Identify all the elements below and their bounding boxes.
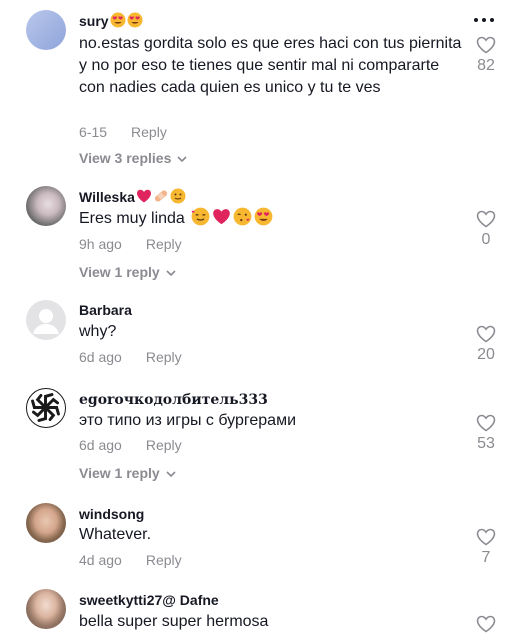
view-replies-label: View 3 replies — [79, 150, 172, 166]
kolovrat-symbol-icon — [31, 393, 60, 422]
chevron-down-icon — [166, 471, 176, 478]
avatar[interactable] — [26, 589, 66, 629]
like-count: 7 — [481, 549, 491, 566]
red-heart-icon — [136, 189, 151, 203]
heart-outline-icon — [476, 414, 496, 432]
view-replies-button[interactable]: View 3 replies — [79, 150, 187, 166]
view-replies-button[interactable]: View 1 reply — [79, 264, 176, 280]
like-button[interactable]: 7 — [470, 528, 502, 567]
username-text[interactable]: sury — [79, 13, 109, 29]
comment-username[interactable]: Willeska — [79, 188, 186, 205]
reply-button[interactable]: Reply — [146, 437, 182, 453]
like-button[interactable]: 53 — [470, 414, 502, 453]
comment-meta: 9h ago Reply — [79, 236, 182, 252]
comment-date: 6d ago — [79, 349, 122, 365]
heart-outline-icon — [476, 325, 496, 343]
comment-text: Eres muy linda — [79, 207, 464, 230]
comment-item: sury no.estas gordita solo es que eres h… — [0, 0, 529, 180]
heart-eyes-emoji-icon — [254, 207, 273, 226]
heart-outline-icon — [476, 36, 496, 54]
comment-date: 6-15 — [79, 124, 108, 140]
avatar[interactable] — [26, 300, 66, 340]
like-count: 20 — [477, 346, 495, 363]
comment-meta: 6d ago Reply — [79, 349, 182, 365]
view-replies-label: View 1 reply — [79, 465, 160, 481]
more-horizontal-icon — [474, 18, 478, 22]
comment-text-content: Eres muy linda — [79, 210, 185, 227]
comment-text: Whatever. — [79, 526, 152, 543]
avatar[interactable] — [26, 186, 66, 226]
heart-outline-icon — [476, 528, 496, 546]
comment-text: no.estas gordita solo es que eres haci c… — [79, 35, 462, 96]
red-heart-icon — [213, 209, 231, 225]
comment-item: sweetkytti27@ Dafne bella super super he… — [0, 584, 529, 642]
like-count: 0 — [481, 231, 491, 248]
comment-date: 9h ago — [79, 236, 122, 252]
comment-username[interactable]: windsong — [79, 506, 144, 522]
like-button[interactable]: 82 — [470, 36, 502, 75]
view-replies-label: View 1 reply — [79, 264, 160, 280]
more-options-button[interactable] — [474, 18, 494, 22]
smiling-face-icon — [170, 188, 186, 204]
reply-button[interactable]: Reply — [146, 552, 182, 568]
comment-date: 6d ago — [79, 437, 122, 453]
chevron-down-icon — [177, 156, 187, 163]
comment-text: это типо из игры с бургерами — [79, 412, 297, 429]
blowing-kiss-emoji-icon — [233, 207, 252, 226]
heart-outline-icon — [476, 210, 496, 228]
comment-item: windsong Whatever. 4d ago Reply 7 — [0, 498, 529, 584]
like-count: 53 — [477, 435, 495, 452]
avatar[interactable] — [26, 10, 66, 50]
avatar[interactable] — [26, 388, 66, 428]
heart-outline-icon — [476, 615, 496, 633]
view-replies-button[interactable]: View 1 reply — [79, 465, 176, 481]
avatar[interactable] — [26, 503, 66, 543]
comment-item: Willeska Eres muy linda 9h ago Reply View… — [0, 180, 529, 290]
comment-item: egorочкодолбитель333 это типо из игры с … — [0, 380, 529, 498]
comment-username[interactable]: egorочкодолбитель333 — [79, 392, 268, 408]
heart-eyes-emoji-icon — [110, 12, 126, 28]
comment-username[interactable]: sury — [79, 12, 143, 29]
comment-username[interactable]: sweetkytti27@ Dafne — [79, 592, 219, 608]
like-count: 82 — [477, 57, 495, 74]
default-user-icon — [33, 309, 59, 334]
comment-date: 4d ago — [79, 552, 122, 568]
username-text[interactable]: Willeska — [79, 189, 135, 205]
comment-text: why? — [79, 323, 117, 340]
comment-meta: 4d ago Reply — [79, 552, 182, 568]
reply-button[interactable]: Reply — [131, 124, 167, 140]
comment-meta: 6-15 Reply — [79, 124, 167, 140]
reply-button[interactable]: Reply — [146, 349, 182, 365]
heart-eyes-emoji-icon — [127, 12, 143, 28]
comment-username[interactable]: Barbara — [79, 302, 132, 318]
bandage-icon — [154, 190, 167, 202]
comment-meta: 6d ago Reply — [79, 437, 182, 453]
reply-button[interactable]: Reply — [146, 236, 182, 252]
comment-text: bella super super hermosa — [79, 613, 269, 630]
like-button[interactable]: 0 — [470, 210, 502, 249]
like-button[interactable]: 20 — [470, 325, 502, 364]
chevron-down-icon — [166, 270, 176, 277]
like-button[interactable] — [470, 615, 502, 633]
comment-item: Barbara why? 6d ago Reply 20 — [0, 290, 529, 380]
smiling-hearts-emoji-icon — [191, 207, 210, 226]
